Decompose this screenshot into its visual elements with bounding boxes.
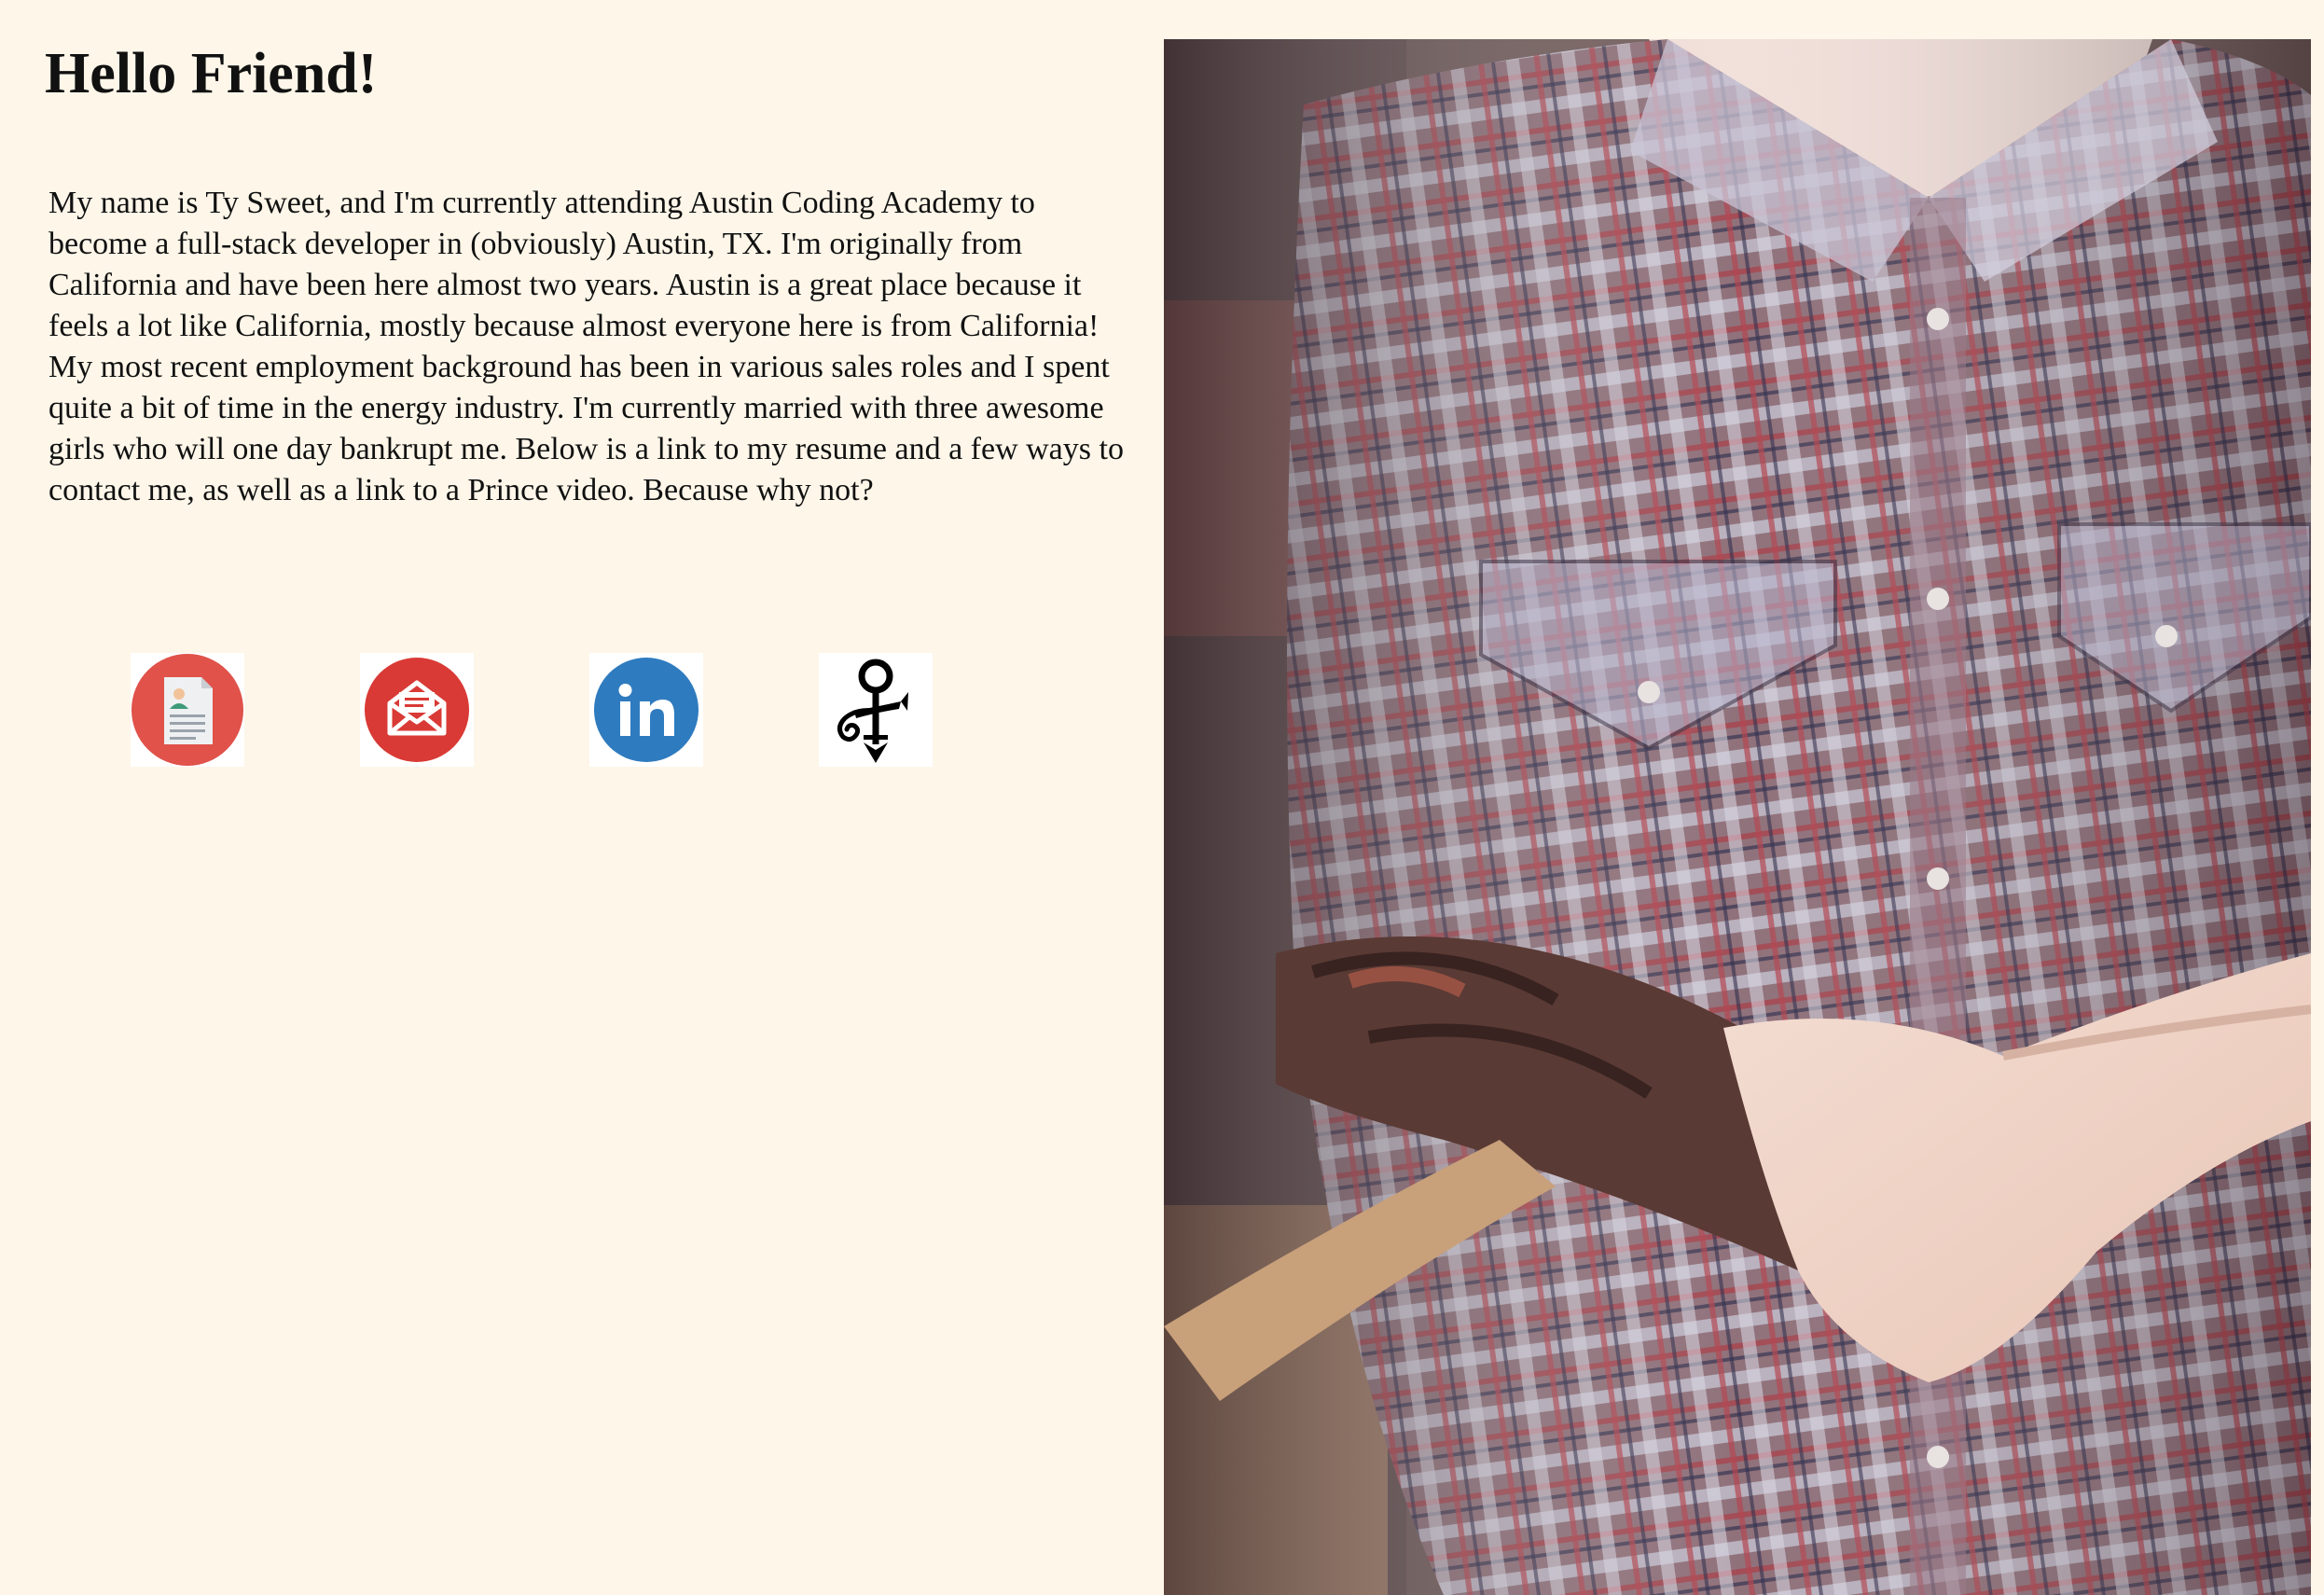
linkedin-icon [594, 658, 699, 762]
resume-icon [131, 654, 243, 766]
page-heading: Hello Friend! [45, 42, 378, 105]
email-icon [365, 658, 469, 762]
linkedin-link[interactable] [589, 653, 703, 767]
plaid-shirt-image [1164, 39, 2311, 1595]
prince-symbol-icon [837, 659, 908, 763]
intro-column: Hello Friend! My name is Ty Sweet, and I… [0, 0, 1156, 1595]
bio-paragraph: My name is Ty Sweet, and I'm currently a… [48, 186, 1124, 507]
page: Hello Friend! My name is Ty Sweet, and I… [0, 0, 2324, 1595]
prince-video-link[interactable] [819, 653, 933, 767]
profile-photo [1164, 39, 2311, 1595]
email-link[interactable] [360, 653, 474, 767]
resume-link[interactable] [131, 653, 244, 767]
